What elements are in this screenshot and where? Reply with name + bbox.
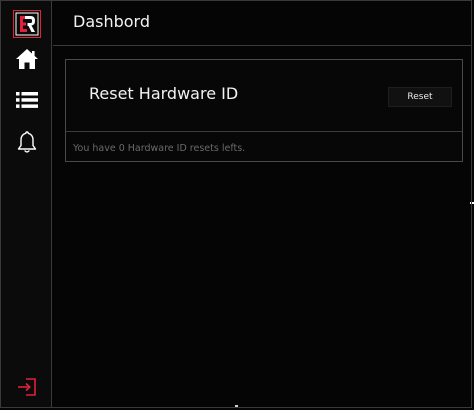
reset-hardware-card: Reset Hardware ID Reset You have 0 Hardw… [65,59,463,162]
brand-logo-icon [13,10,41,38]
home-nav-button[interactable] [14,48,40,74]
bottom-handle[interactable] [235,405,238,407]
card-title: Reset Hardware ID [89,84,239,103]
resize-handle[interactable] [470,202,474,204]
page-title: Dashbord [73,12,150,31]
logout-button[interactable] [14,376,40,402]
list-icon [15,90,39,114]
resets-remaining-text: You have 0 Hardware ID resets lefts. [73,143,246,154]
logout-icon [17,378,37,400]
list-nav-button[interactable] [14,89,40,115]
sidebar [1,1,52,408]
card-header: Reset Hardware ID Reset [66,60,462,132]
reset-button[interactable]: Reset [388,87,452,107]
home-icon [15,48,39,74]
app-window: Dashbord Reset Hardware ID Reset You hav… [0,0,474,410]
notifications-nav-button[interactable] [14,131,40,157]
bell-icon [16,130,38,158]
header-bar: Dashbord [53,1,472,46]
